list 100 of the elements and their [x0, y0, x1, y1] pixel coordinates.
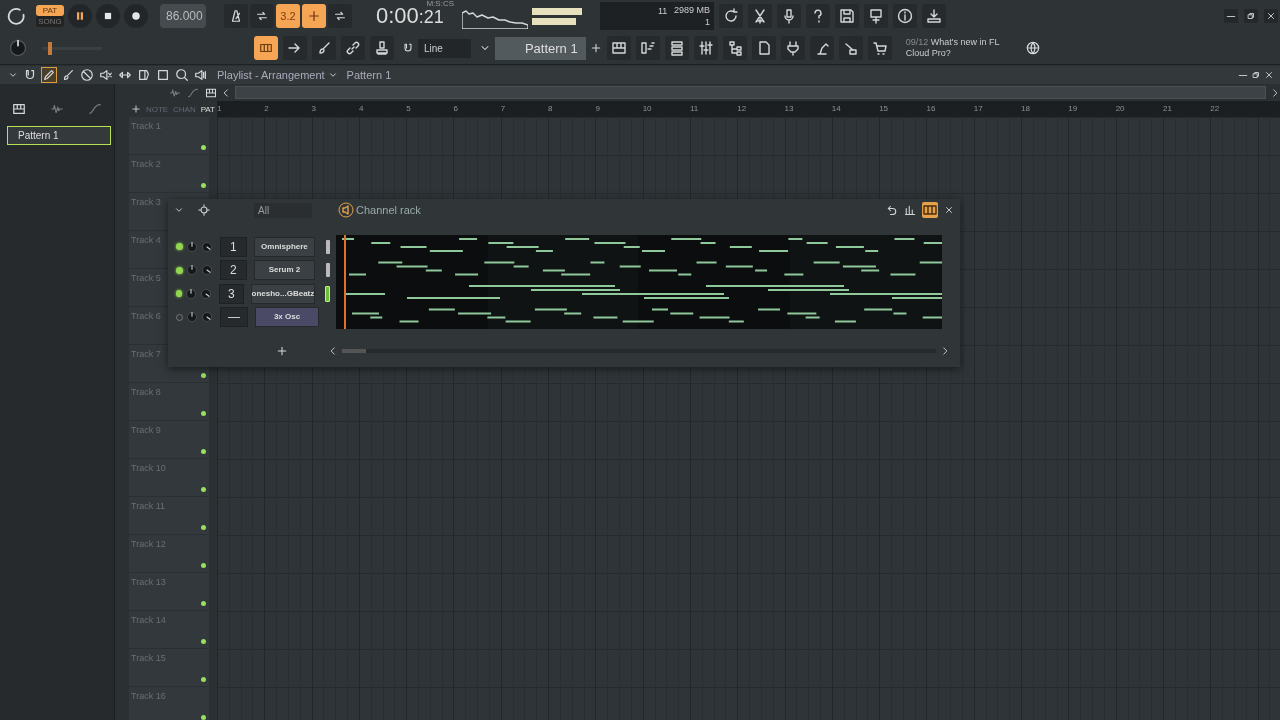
channel-led[interactable]	[176, 290, 183, 298]
track-indicator[interactable]	[201, 601, 206, 606]
speaker-icon[interactable]	[338, 202, 354, 218]
curve-icon[interactable]	[187, 86, 199, 99]
scroll-right-icon[interactable]	[1270, 87, 1280, 98]
snap-dropdown[interactable]: Line	[418, 38, 471, 58]
mode-toggle[interactable]: PAT	[36, 5, 64, 16]
zoom-icon[interactable]	[175, 68, 189, 82]
track-indicator[interactable]	[201, 183, 206, 188]
scroll-right-icon[interactable]	[940, 346, 950, 356]
scroll-left-icon[interactable]	[221, 87, 231, 98]
toolbar-toggle[interactable]	[302, 4, 326, 28]
track-indicator[interactable]	[201, 449, 206, 454]
tempo-field[interactable]: 86.000	[160, 4, 206, 28]
plugin-button[interactable]	[780, 36, 805, 60]
channel-name-button[interactable]: Serum 2	[253, 260, 316, 281]
channel-led[interactable]	[176, 243, 183, 251]
save-button[interactable]	[835, 4, 859, 28]
stop-button[interactable]	[96, 4, 120, 28]
pan-knob-icon[interactable]	[185, 287, 198, 300]
play-button[interactable]	[68, 4, 92, 28]
project-button[interactable]	[751, 36, 776, 60]
channel-led[interactable]	[176, 266, 183, 274]
piano-roll-button[interactable]	[635, 36, 660, 60]
track-indicator[interactable]	[201, 639, 206, 644]
record-button[interactable]	[124, 4, 148, 28]
wave-icon[interactable]	[169, 86, 181, 99]
wave-icon[interactable]	[50, 102, 64, 116]
magnet-icon[interactable]	[402, 42, 414, 54]
volume-knob-icon[interactable]	[200, 287, 213, 300]
close-button[interactable]	[1264, 9, 1278, 23]
arrows-button[interactable]	[748, 4, 772, 28]
channel-number[interactable]: —	[220, 307, 248, 328]
pan-knob-icon[interactable]	[185, 264, 198, 277]
minimize-button[interactable]	[1224, 9, 1238, 23]
horizontal-scrollbar[interactable]	[235, 86, 1266, 99]
select-icon[interactable]	[156, 68, 170, 82]
channel-select-indicator[interactable]	[326, 263, 330, 278]
link-button[interactable]	[341, 36, 365, 60]
dial-icon[interactable]	[6, 6, 26, 26]
mute-icon[interactable]	[99, 68, 113, 82]
knob-icon[interactable]	[8, 38, 28, 58]
pattern-item[interactable]: Pattern 1	[7, 126, 111, 145]
channel-name-button[interactable]: 3x Osc	[255, 307, 319, 328]
graph-icon[interactable]	[904, 204, 916, 216]
piano-icon[interactable]	[12, 102, 26, 116]
track-indicator[interactable]	[201, 525, 206, 530]
track-indicator[interactable]	[201, 145, 206, 150]
pattern-selector[interactable]: Pattern 1	[494, 36, 586, 60]
channel-rack-button[interactable]	[664, 36, 689, 60]
track-indicator[interactable]	[201, 373, 206, 378]
pitch-thumb[interactable]	[48, 41, 52, 55]
channel-select-indicator[interactable]	[324, 285, 330, 302]
scroll-left-icon[interactable]	[328, 346, 338, 356]
channel-name-button[interactable]: Omnisphere	[253, 236, 316, 257]
timeline-ruler[interactable]: 1 2 3 4 5 6 7 8 9 10 11 12 13 14 15 16 17 18 19 20 21 22	[217, 101, 1280, 117]
toolbar-toggle[interactable]	[250, 4, 274, 28]
track-indicator[interactable]	[201, 487, 206, 492]
close-icon[interactable]	[944, 205, 954, 215]
curve-icon[interactable]	[88, 102, 102, 116]
track-indicator[interactable]	[201, 563, 206, 568]
channel-select-indicator[interactable]	[326, 239, 330, 254]
toolbar-toggle[interactable]	[328, 4, 352, 28]
toolbar-toggle[interactable]	[224, 4, 248, 28]
pan-knob-icon[interactable]	[185, 240, 198, 253]
no-entry-icon[interactable]	[80, 68, 94, 82]
magnet-icon[interactable]	[23, 68, 37, 82]
minimize-icon[interactable]	[1238, 73, 1248, 77]
group-filter[interactable]: All	[254, 202, 312, 218]
step-grid-icon[interactable]	[922, 202, 938, 218]
restore-icon[interactable]	[1251, 70, 1261, 80]
piano-icon[interactable]	[205, 86, 217, 99]
add-icon[interactable]	[131, 104, 141, 114]
channel-number[interactable]: 2	[219, 260, 247, 281]
arrow-button[interactable]	[283, 36, 307, 60]
download-button[interactable]	[922, 4, 946, 28]
channel-number[interactable]: 3	[219, 283, 244, 304]
channel-name-button[interactable]: onesho...GBeatz	[250, 283, 315, 304]
add-channel-icon[interactable]	[276, 345, 288, 357]
add-icon[interactable]	[589, 42, 602, 54]
news-text[interactable]: 09/12 What's new in FL Cloud Pro?	[905, 37, 1006, 59]
playlist-pattern[interactable]: Pattern 1	[346, 69, 392, 81]
undo-icon[interactable]	[886, 204, 898, 216]
caret-icon[interactable]	[327, 70, 338, 80]
close-icon[interactable]	[1264, 70, 1274, 80]
track-indicator[interactable]	[201, 715, 206, 720]
volume-knob-icon[interactable]	[200, 240, 213, 253]
stamp-button[interactable]	[370, 36, 394, 60]
caret-icon[interactable]	[8, 70, 18, 80]
info-button[interactable]	[893, 4, 917, 28]
song-mode-button[interactable]	[254, 36, 278, 60]
caret-icon[interactable]	[174, 205, 184, 215]
volume-knob-icon[interactable]	[201, 311, 213, 324]
globe-icon[interactable]	[1025, 41, 1040, 55]
restore-button[interactable]	[1244, 9, 1258, 23]
brush-icon[interactable]	[61, 68, 75, 82]
store-button[interactable]	[867, 36, 892, 60]
pencil-icon[interactable]	[42, 68, 56, 82]
toolbar-toggle[interactable]: 3.2	[276, 4, 300, 28]
track-indicator[interactable]	[201, 677, 206, 682]
